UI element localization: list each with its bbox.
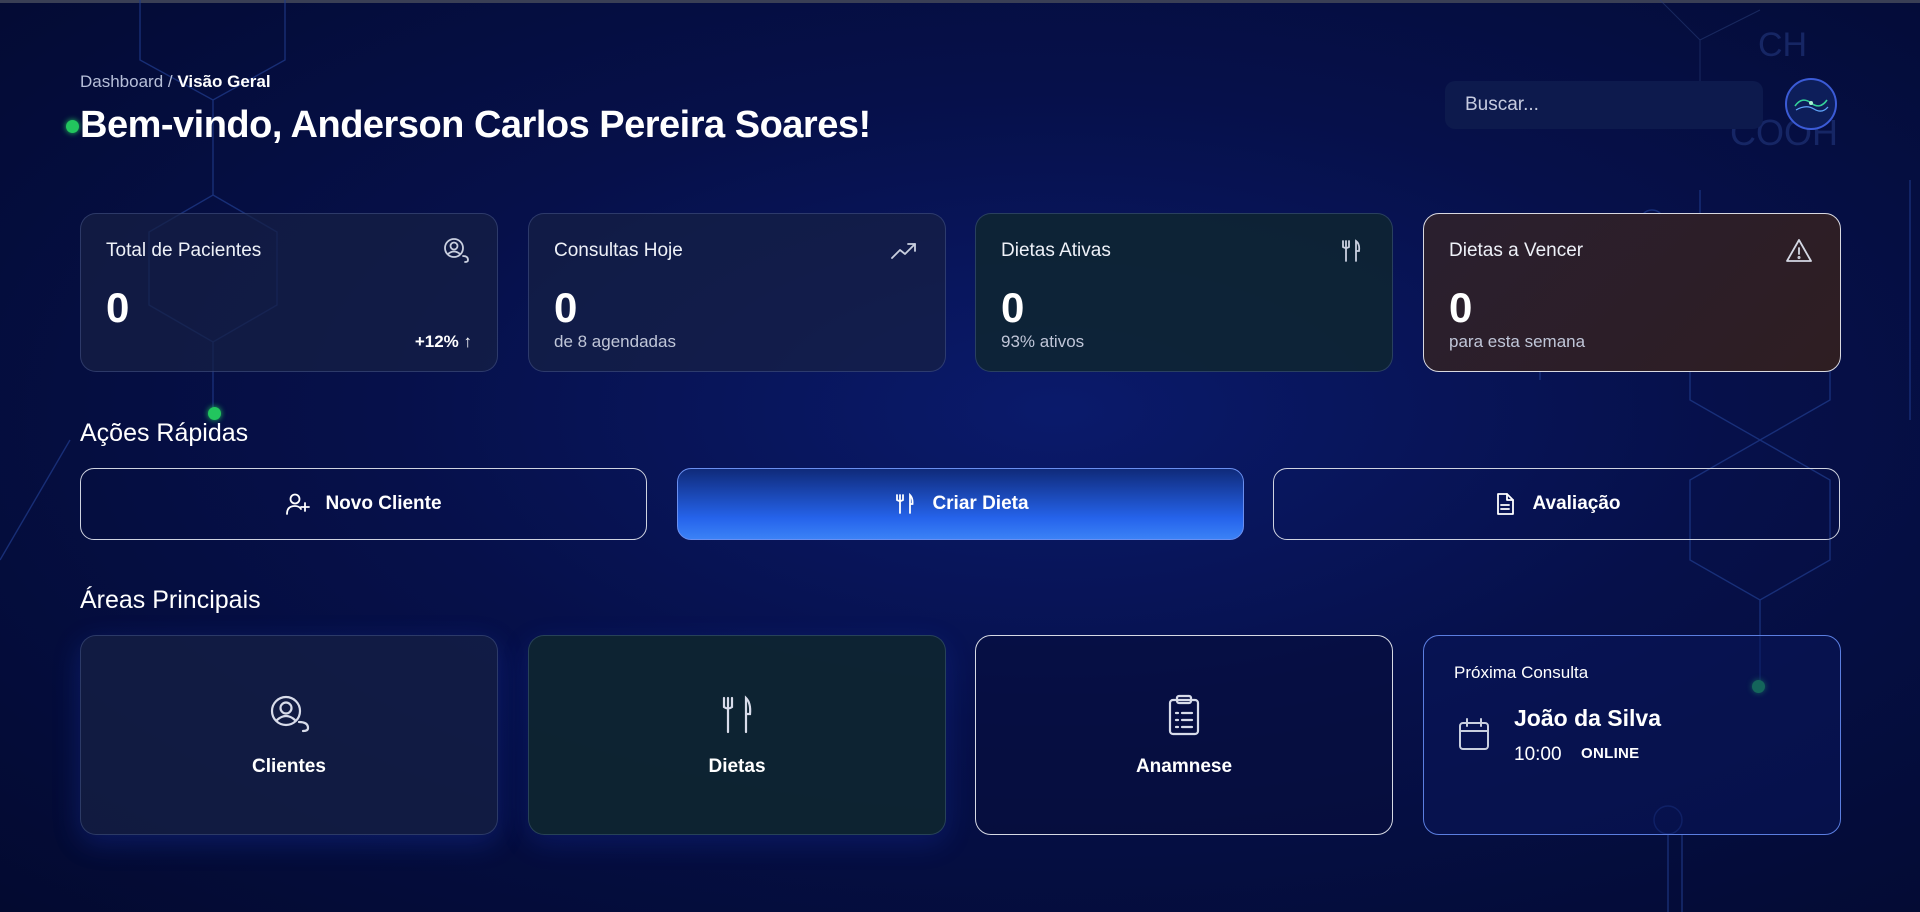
trending-up-icon [891,243,916,259]
stat-card-total-patients: Total de Pacientes 0 +12% ↑ [80,213,498,372]
logo-icon [1794,99,1829,112]
stat-subtext: 93% ativos [1001,332,1085,351]
page-title: Bem-vindo, Anderson Carlos Pereira Soare… [80,104,871,146]
clipboard-list-icon [1168,694,1200,736]
molecule-label-ch: CH [1758,26,1808,64]
stat-value: 0 [554,284,578,331]
assessment-label: Avaliação [1532,493,1621,514]
utensils-icon [896,492,914,514]
utensils-icon [722,695,752,734]
breadcrumb-current: Visão Geral [177,72,271,91]
avatar[interactable] [1785,78,1837,130]
area-label: Clientes [252,756,326,777]
area-card-anamnesis[interactable]: Anamnese [975,635,1393,835]
breadcrumb-separator: / [163,72,178,91]
area-card-diets[interactable]: Dietas [528,635,946,835]
area-label: Dietas [708,756,766,777]
quick-actions-title: Ações Rápidas [80,419,249,447]
new-client-label: Novo Cliente [325,493,442,514]
stat-label: Dietas Ativas [1001,240,1111,261]
stat-card-consultations-today: Consultas Hoje 0 de 8 agendadas [528,213,946,372]
stat-value: 0 [1001,284,1025,331]
window-top-border [0,0,1920,3]
search-input[interactable] [1445,81,1763,129]
area-label: Anamnese [1135,756,1233,777]
assessment-button[interactable]: Avaliação [1273,468,1840,540]
breadcrumb-root[interactable]: Dashboard [80,72,163,91]
stat-subtext: para esta semana [1449,332,1586,351]
stat-value: 0 [1449,284,1473,331]
main-areas-title: Áreas Principais [80,586,261,614]
stat-card-active-diets: Dietas Ativas 0 93% ativos [975,213,1393,372]
file-text-icon [1497,493,1515,515]
stat-trend: +12% ↑ [414,332,472,351]
new-client-button[interactable]: Novo Cliente [80,468,647,540]
appointment-mode-badge: ONLINE [1581,745,1640,762]
stat-label: Total de Pacientes [106,240,262,261]
user-circle-icon [270,695,310,733]
stat-subtext: de 8 agendadas [554,332,676,351]
calendar-icon [1459,718,1489,750]
stat-label: Dietas a Vencer [1449,240,1584,261]
breadcrumb: Dashboard / Visão Geral [80,72,271,92]
appointment-time: 10:00 [1514,744,1562,765]
stat-card-expiring-diets: Dietas a Vencer 0 para esta semana [1423,213,1841,372]
create-diet-button[interactable]: Criar Dieta [677,468,1244,540]
utensils-icon [1342,239,1361,262]
area-card-clients[interactable]: Clientes [80,635,498,835]
user-plus-icon [286,493,311,515]
status-dot [66,120,79,133]
next-appointment-card[interactable]: Próxima Consulta João da Silva 10:00 ONL… [1423,635,1841,835]
user-circle-icon [444,238,469,263]
next-appointment-title: Próxima Consulta [1454,663,1589,682]
stat-value: 0 [106,284,130,331]
stat-label: Consultas Hoje [554,240,683,261]
alert-triangle-icon [1786,239,1812,262]
create-diet-label: Criar Dieta [932,493,1029,514]
patient-name: João da Silva [1514,705,1662,731]
